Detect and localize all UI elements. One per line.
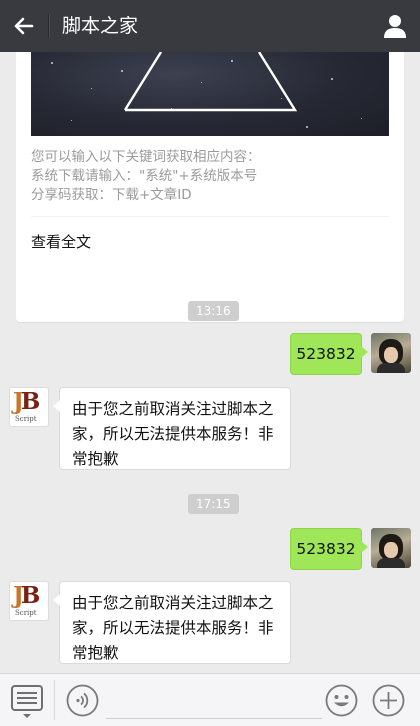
chat-area[interactable]: 您可以输入以下关键词获取相应内容： 系统下载请输入："系统"+系统版本号 分享码…	[0, 52, 420, 673]
article-description: 您可以输入以下关键词获取相应内容： 系统下载请输入："系统"+系统版本号 分享码…	[31, 148, 389, 205]
input-bar	[0, 673, 420, 726]
description-line: 您可以输入以下关键词获取相应内容：	[31, 149, 261, 165]
back-button[interactable]	[10, 12, 38, 40]
message-text: 523832	[296, 540, 356, 558]
card-divider	[31, 216, 389, 217]
bot-avatar[interactable]: JB Script	[9, 387, 49, 427]
timestamp: 13:16	[188, 301, 239, 321]
title-bar: 脚本之家	[0, 0, 420, 52]
outgoing-message-bubble[interactable]: 523832	[290, 333, 368, 375]
logo-subtext: Script	[15, 609, 37, 617]
article-cover-image	[31, 52, 389, 136]
chat-info-button[interactable]	[382, 13, 408, 39]
user-avatar[interactable]	[371, 528, 411, 568]
page-title: 脚本之家	[62, 15, 139, 37]
input-divider	[54, 680, 55, 720]
message-input[interactable]	[106, 688, 322, 719]
jb-logo-icon: JB	[13, 582, 40, 609]
logo-subtext: Script	[15, 415, 37, 423]
triangle-graphic	[123, 52, 298, 112]
title-divider	[48, 14, 50, 38]
message-text: 由于您之前取消关注过脚本之家，所以无法提供本服务！非常抱歉	[72, 400, 274, 468]
voice-button[interactable]	[66, 684, 99, 717]
read-full-link[interactable]: 查看全文	[31, 232, 91, 252]
voice-icon	[66, 684, 99, 717]
outgoing-message-bubble[interactable]: 523832	[290, 528, 368, 570]
message-text: 523832	[296, 345, 356, 363]
emoji-icon	[325, 684, 358, 717]
keyboard-menu-icon	[11, 685, 43, 718]
jb-logo-icon: JB	[13, 388, 40, 415]
description-line: 分享码获取：下载+文章ID	[31, 187, 192, 203]
menu-toggle-button[interactable]	[8, 682, 46, 722]
user-avatar[interactable]	[371, 333, 411, 373]
plus-icon	[372, 684, 405, 717]
person-icon	[384, 15, 406, 38]
message-text: 由于您之前取消关注过脚本之家，所以无法提供本服务！非常抱歉	[72, 594, 274, 662]
more-actions-button[interactable]	[372, 684, 405, 717]
emoji-button[interactable]	[325, 684, 358, 717]
incoming-message-bubble[interactable]: 由于您之前取消关注过脚本之家，所以无法提供本服务！非常抱歉	[53, 581, 291, 664]
incoming-message-bubble[interactable]: 由于您之前取消关注过脚本之家，所以无法提供本服务！非常抱歉	[53, 387, 291, 470]
timestamp: 17:15	[188, 494, 239, 514]
bot-avatar[interactable]: JB Script	[9, 581, 49, 621]
article-card[interactable]: 您可以输入以下关键词获取相应内容： 系统下载请输入："系统"+系统版本号 分享码…	[16, 52, 404, 322]
arrow-left-icon	[14, 17, 34, 35]
description-line: 系统下载请输入："系统"+系统版本号	[31, 168, 258, 184]
